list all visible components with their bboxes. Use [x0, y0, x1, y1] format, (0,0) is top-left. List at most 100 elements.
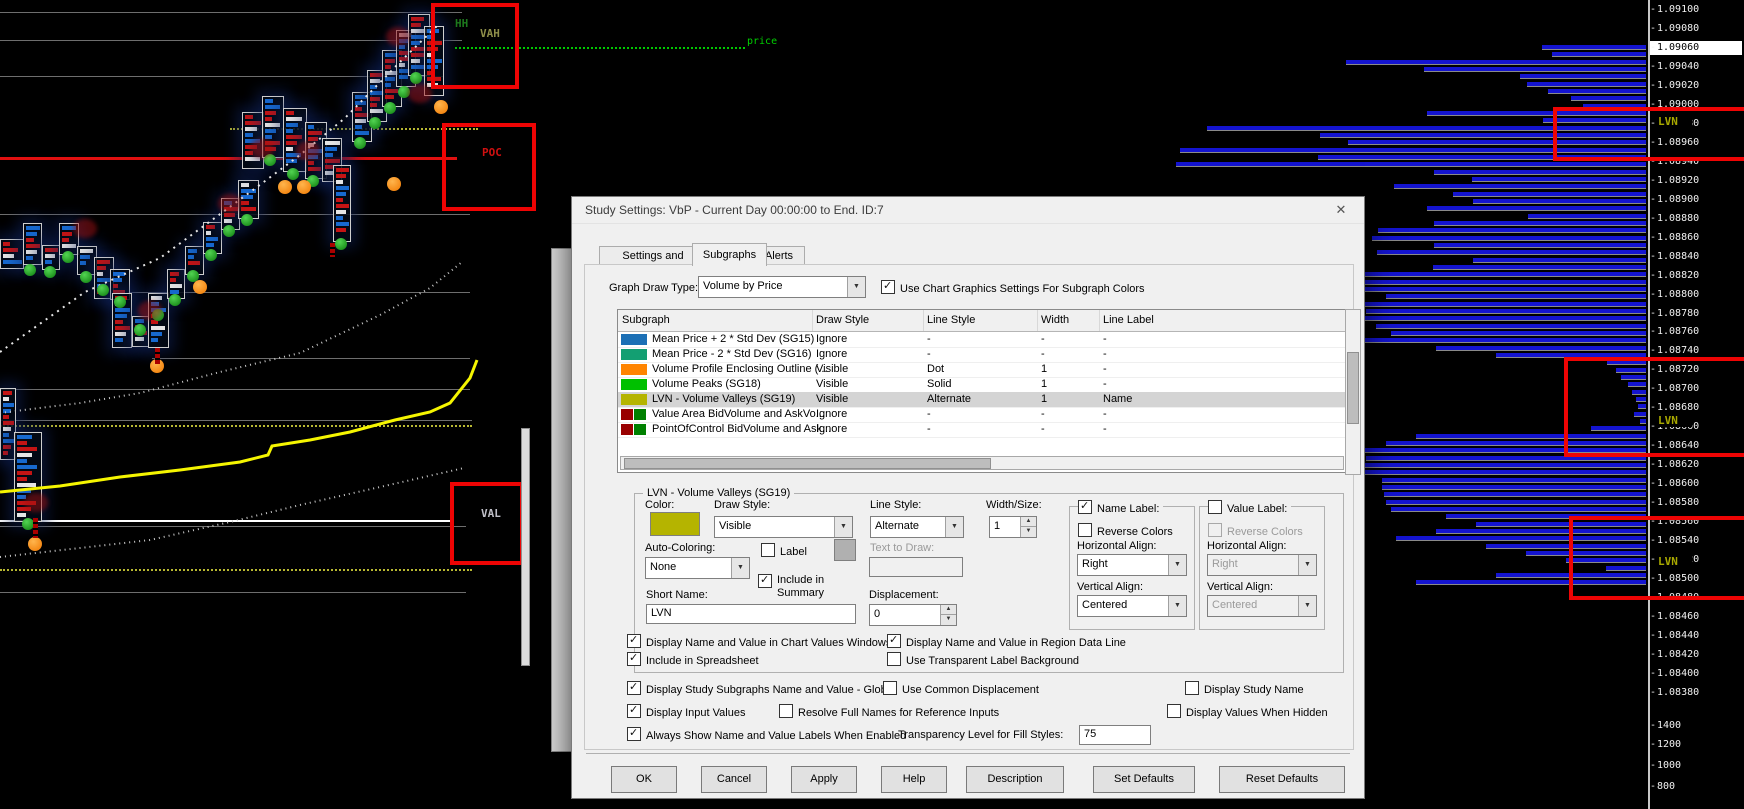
- volume-profile-bar: [1176, 162, 1646, 167]
- button-apply[interactable]: Apply: [791, 766, 857, 793]
- draw-style-combo[interactable]: Visible ▼: [714, 516, 853, 538]
- background-window-edge2[interactable]: [521, 428, 530, 666]
- chevron-down-icon[interactable]: ▼: [1298, 596, 1316, 616]
- footprint-row: [286, 129, 294, 133]
- table-cell: Ignore: [816, 423, 848, 435]
- button-description[interactable]: Description: [966, 766, 1064, 793]
- footprint-row: [3, 427, 12, 431]
- checkbox-value-label[interactable]: Value Label:: [1208, 500, 1287, 515]
- button-cancel[interactable]: Cancel: [701, 766, 767, 793]
- chevron-down-icon[interactable]: ▼: [1168, 596, 1186, 616]
- checkbox-display-chart-values[interactable]: Display Name and Value in Chart Values W…: [627, 633, 891, 649]
- chevron-down-icon[interactable]: ▼: [1168, 555, 1186, 575]
- graph-draw-type-combo[interactable]: Volume by Price ▼: [698, 276, 866, 298]
- checkbox-box: [627, 633, 641, 648]
- checkbox-display-values-hidden[interactable]: Display Values When Hidden: [1167, 704, 1328, 719]
- chevron-down-icon[interactable]: ▼: [847, 277, 865, 297]
- checkbox-global-name-value[interactable]: Display Study Subgraphs Name and Value -…: [627, 680, 895, 696]
- table-row[interactable]: PointOfControl BidVolume and Ask... Ignor…: [618, 422, 1346, 438]
- table-row[interactable]: Mean Price + 2 * Std Dev (SG15) Ignore - - -: [618, 332, 1346, 348]
- footprint-row: [97, 266, 107, 270]
- tab-settings-and-inputs[interactable]: Settings and Inputs: [599, 246, 707, 280]
- color-swatch-button[interactable]: [650, 512, 700, 536]
- name-horizontal-align-combo[interactable]: Right ▼: [1077, 554, 1187, 576]
- lvn-dotted-line: [0, 569, 472, 571]
- value-vertical-align-combo[interactable]: Centered ▼: [1207, 595, 1317, 617]
- short-name-input[interactable]: LVN: [646, 604, 856, 624]
- checkbox-transparent-label-bg[interactable]: Use Transparent Label Background: [887, 652, 1079, 667]
- volume-profile-bar: [1394, 184, 1646, 189]
- footprint-row: [411, 17, 425, 21]
- checkbox-include-in-spreadsheet[interactable]: Include in Spreadsheet: [627, 651, 759, 667]
- table-cell: 1: [1041, 363, 1048, 375]
- transparency-input[interactable]: 75: [1079, 725, 1151, 745]
- subgraph-table[interactable]: Subgraph Draw Style Line Style Width Lin…: [617, 309, 1347, 473]
- table-horizontal-scrollbar[interactable]: [620, 456, 1344, 470]
- checkbox-name-label[interactable]: Name Label:: [1078, 499, 1159, 515]
- close-icon[interactable]: ✕: [1332, 201, 1350, 219]
- trading-app-screen: HH VAH POC VAL price -1.09100 -1.09080 -1.…: [0, 0, 1744, 809]
- table-row[interactable]: Volume Peaks (SG18) Visible Solid 1 -: [618, 377, 1346, 393]
- checkbox-common-displacement[interactable]: Use Common Displacement: [883, 681, 1039, 696]
- footprint-row: [151, 296, 163, 300]
- button-ok[interactable]: OK: [611, 766, 677, 793]
- volume-profile-bar: [1542, 45, 1646, 50]
- checkbox-always-show-labels[interactable]: Always Show Name and Value Labels When E…: [627, 726, 906, 742]
- chevron-down-icon[interactable]: ▼: [834, 517, 852, 537]
- table-vertical-scrollbar[interactable]: [1345, 309, 1361, 475]
- button-reset-defaults[interactable]: Reset Defaults: [1219, 766, 1345, 793]
- width-size-spinner[interactable]: 1 ▲ ▼: [989, 516, 1037, 538]
- name-vertical-align-combo[interactable]: Centered ▼: [1077, 595, 1187, 617]
- red-blob: [138, 301, 162, 320]
- checkbox-include-in-summary[interactable]: Include inSummary: [758, 573, 824, 600]
- checkbox-value-reverse-colors[interactable]: Reverse Colors: [1208, 523, 1303, 538]
- price-label: -1.08800: [1650, 288, 1700, 300]
- footprint-row: [3, 254, 14, 258]
- footprint-row: [80, 255, 90, 259]
- candle: [283, 108, 307, 172]
- footprint-row: [26, 238, 34, 242]
- volume-peak-dot: [24, 264, 36, 276]
- volume-profile-bar: [1346, 338, 1646, 343]
- checkbox-display-study-name[interactable]: Display Study Name: [1185, 681, 1304, 696]
- checkbox-label[interactable]: Label: [761, 543, 807, 558]
- label-color-button[interactable]: [834, 539, 856, 561]
- table-row[interactable]: LVN - Volume Valleys (SG19) Visible Altern…: [618, 392, 1346, 408]
- table-cell: Visible: [816, 363, 849, 375]
- table-cell: Dot: [927, 363, 945, 375]
- dialog-titlebar[interactable]: Study Settings: VbP - Current Day 00:00:…: [572, 197, 1364, 224]
- chevron-down-icon[interactable]: ▼: [945, 517, 963, 537]
- footprint-row: [241, 207, 257, 211]
- line-style-combo[interactable]: Alternate ▼: [870, 516, 964, 538]
- table-row[interactable]: Volume Profile Enclosing Outline (... Vis…: [618, 362, 1346, 378]
- checkbox-display-input-values[interactable]: Display Input Values: [627, 703, 745, 719]
- footprint-row: [325, 159, 341, 163]
- wick-stub: [33, 518, 38, 538]
- table-row[interactable]: Mean Price - 2 * Std Dev (SG16) Ignore - - -: [618, 347, 1346, 363]
- button-help[interactable]: Help: [881, 766, 947, 793]
- red-blob: [408, 84, 432, 103]
- footprint-row: [62, 232, 73, 236]
- chevron-down-icon[interactable]: ▼: [731, 558, 749, 578]
- tab-subgraphs[interactable]: Subgraphs: [692, 243, 767, 266]
- text-to-draw-input[interactable]: [869, 557, 963, 577]
- checkbox-use-chart-graphics[interactable]: Use Chart Graphics Settings For Subgraph…: [881, 279, 1145, 295]
- chevron-down-icon[interactable]: ▼: [1298, 555, 1316, 575]
- volume-peak-dot: [134, 324, 146, 336]
- checkbox-resolve-full-names[interactable]: Resolve Full Names for Reference Inputs: [779, 704, 999, 719]
- value-horizontal-align-combo[interactable]: Right ▼: [1207, 554, 1317, 576]
- footprint-row: [26, 244, 40, 248]
- volume-profile-bar: [1382, 478, 1646, 483]
- checkbox-name-reverse-colors[interactable]: Reverse Colors: [1078, 523, 1173, 538]
- table-row[interactable]: Value Area BidVolume and AskVo... Ignore -…: [618, 407, 1346, 423]
- spinner-down-icon[interactable]: ▼: [1020, 526, 1036, 537]
- displacement-spinner[interactable]: 0 ▲ ▼: [869, 604, 957, 626]
- button-set-defaults[interactable]: Set Defaults: [1093, 766, 1195, 793]
- volume-peak-dot: [369, 117, 381, 129]
- background-window-edge[interactable]: [551, 248, 572, 752]
- checkbox-display-region-data[interactable]: Display Name and Value in Region Data Li…: [887, 633, 1126, 649]
- spinner-down-icon[interactable]: ▼: [940, 614, 956, 625]
- volume-scale-label: -1000: [1650, 760, 1682, 771]
- auto-coloring-combo[interactable]: None ▼: [645, 557, 750, 579]
- footprint-row: [97, 272, 103, 276]
